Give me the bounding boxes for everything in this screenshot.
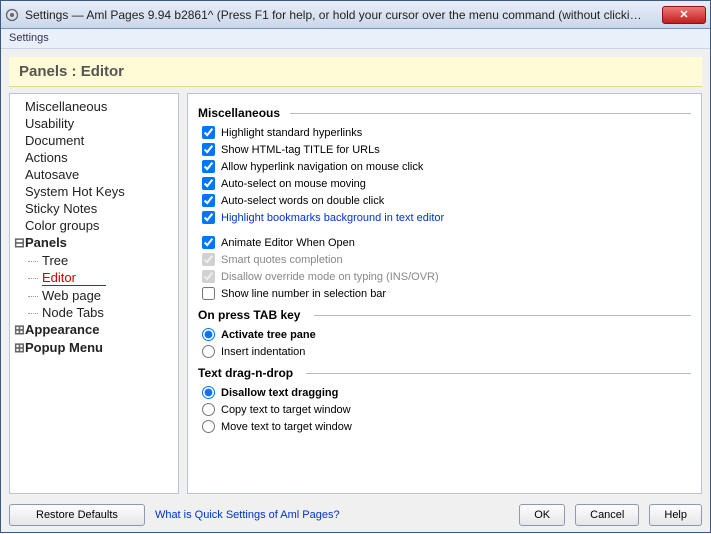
tree-item-label: Web page xyxy=(42,288,101,303)
checkbox-input[interactable] xyxy=(202,211,215,224)
tree-item-web-page[interactable]: Web page xyxy=(14,287,174,304)
radio-input[interactable] xyxy=(202,403,215,416)
tree-item-sticky-notes[interactable]: Sticky Notes xyxy=(14,200,174,217)
tree-item-panels[interactable]: ⊟Panels xyxy=(14,234,174,252)
tree-item-autosave[interactable]: Autosave xyxy=(14,166,174,183)
option-auto-select-on-mouse-moving[interactable]: Auto-select on mouse moving xyxy=(198,175,691,192)
checkbox-input xyxy=(202,253,215,266)
tree-item-actions[interactable]: Actions xyxy=(14,149,174,166)
tree-item-label: Tree xyxy=(42,253,68,268)
tree-item-usability[interactable]: Usability xyxy=(14,115,174,132)
titlebar: Settings — Aml Pages 9.94 b2861^ (Press … xyxy=(1,1,710,29)
close-button[interactable]: ✕ xyxy=(662,6,706,24)
option-highlight-bookmarks-background[interactable]: Highlight bookmarks background in text e… xyxy=(198,209,691,226)
option-label: Show HTML-tag TITLE for URLs xyxy=(221,144,380,156)
tree-item-editor[interactable]: Editor xyxy=(14,269,174,287)
tree-item-label: Appearance xyxy=(25,322,99,337)
radio-input[interactable] xyxy=(202,328,215,341)
option-label: Disallow text dragging xyxy=(221,387,338,399)
tree-item-label: Sticky Notes xyxy=(25,201,97,216)
tree-item-appearance[interactable]: ⊞Appearance xyxy=(14,321,174,339)
option-label: Auto-select words on double click xyxy=(221,195,384,207)
tree-item-color-groups[interactable]: Color groups xyxy=(14,217,174,234)
expand-icon: ⊞ xyxy=(14,340,25,356)
checkbox-input[interactable] xyxy=(202,194,215,207)
window-title: Settings — Aml Pages 9.94 b2861^ (Press … xyxy=(25,8,662,22)
option-copy-text-to-target-window[interactable]: Copy text to target window xyxy=(198,401,691,418)
settings-panel: Miscellaneous Highlight standard hyperlin… xyxy=(187,93,702,494)
checkbox-input[interactable] xyxy=(202,160,215,173)
option-label: Disallow override mode on typing (INS/OV… xyxy=(221,271,439,283)
tree-item-document[interactable]: Document xyxy=(14,132,174,149)
tree-item-label: Panels xyxy=(25,235,67,250)
checkbox-input[interactable] xyxy=(202,126,215,139)
option-activate-tree-pane[interactable]: Activate tree pane xyxy=(198,326,691,343)
option-label: Move text to target window xyxy=(221,421,352,433)
tree-item-tree[interactable]: Tree xyxy=(14,252,174,269)
group-title: Text drag-n-drop xyxy=(198,366,691,380)
radio-input[interactable] xyxy=(202,345,215,358)
checkbox-input[interactable] xyxy=(202,287,215,300)
tree-item-label: Miscellaneous xyxy=(25,99,107,114)
option-label: Smart quotes completion xyxy=(221,254,343,266)
tree-item-label: Actions xyxy=(25,150,68,165)
checkbox-input[interactable] xyxy=(202,236,215,249)
expand-icon: ⊟ xyxy=(14,235,25,251)
body: Miscellaneous Usability Document Actions Aut… xyxy=(9,93,702,494)
tree-item-label: System Hot Keys xyxy=(25,184,125,199)
checkbox-input[interactable] xyxy=(202,177,215,190)
option-animate-editor-when-open[interactable]: Animate Editor When Open xyxy=(198,234,691,251)
ok-button[interactable]: OK xyxy=(519,504,565,526)
option-label: Copy text to target window xyxy=(221,404,351,416)
restore-defaults-button[interactable]: Restore Defaults xyxy=(9,504,145,526)
option-label: Highlight bookmarks background in text e… xyxy=(221,212,444,224)
checkbox-input xyxy=(202,270,215,283)
option-label: Activate tree pane xyxy=(221,329,316,341)
option-label: Show line number in selection bar xyxy=(221,288,386,300)
option-label: Highlight standard hyperlinks xyxy=(221,127,362,139)
option-insert-indentation[interactable]: Insert indentation xyxy=(198,343,691,360)
radio-input[interactable] xyxy=(202,420,215,433)
content: Panels : Editor Miscellaneous Usability Do… xyxy=(1,49,710,534)
option-auto-select-words-on-double-cl[interactable]: Auto-select words on double click xyxy=(198,192,691,209)
tree-item-label: Editor xyxy=(42,270,106,286)
radio-input[interactable] xyxy=(202,386,215,399)
tree-item-label: Document xyxy=(25,133,84,148)
tree-item-miscellaneous[interactable]: Miscellaneous xyxy=(14,98,174,115)
expand-icon: ⊞ xyxy=(14,322,25,338)
option-smart-quotes-completion: Smart quotes completion xyxy=(198,251,691,268)
group-title: On press TAB key xyxy=(198,308,691,322)
tree-item-system-hot-keys[interactable]: System Hot Keys xyxy=(14,183,174,200)
help-button[interactable]: Help xyxy=(649,504,702,526)
menubar-label[interactable]: Settings xyxy=(1,29,710,49)
tree-item-label: Color groups xyxy=(25,218,99,233)
option-label: Auto-select on mouse moving xyxy=(221,178,366,190)
tree-item-label: Popup Menu xyxy=(25,340,103,355)
tree-item-popup-menu[interactable]: ⊞Popup Menu xyxy=(14,339,174,357)
checkbox-input[interactable] xyxy=(202,143,215,156)
quick-settings-link[interactable]: What is Quick Settings of Aml Pages? xyxy=(155,509,340,521)
tree-item-label: Autosave xyxy=(25,167,79,182)
settings-window: Settings — Aml Pages 9.94 b2861^ (Press … xyxy=(0,0,711,533)
option-disallow-text-dragging[interactable]: Disallow text dragging xyxy=(198,384,691,401)
cancel-button[interactable]: Cancel xyxy=(575,504,639,526)
option-highlight-standard-hyperlinks[interactable]: Highlight standard hyperlinks xyxy=(198,124,691,141)
tree-item-node-tabs[interactable]: Node Tabs xyxy=(14,304,174,321)
page-title: Panels : Editor xyxy=(9,57,702,87)
option-move-text-to-target-window[interactable]: Move text to target window xyxy=(198,418,691,435)
tree-item-label: Node Tabs xyxy=(42,305,104,320)
nav-tree[interactable]: Miscellaneous Usability Document Actions Aut… xyxy=(9,93,179,494)
group-title: Miscellaneous xyxy=(198,106,691,120)
tree-item-label: Usability xyxy=(25,116,74,131)
option-show-line-number-in-selection-[interactable]: Show line number in selection bar xyxy=(198,285,691,302)
option-disallow-override-mode-on-typi: Disallow override mode on typing (INS/OV… xyxy=(198,268,691,285)
option-label: Insert indentation xyxy=(221,346,305,358)
option-show-html-tag-title-for-urls[interactable]: Show HTML-tag TITLE for URLs xyxy=(198,141,691,158)
option-label: Animate Editor When Open xyxy=(221,237,355,249)
gear-icon xyxy=(5,8,19,22)
option-label: Allow hyperlink navigation on mouse clic… xyxy=(221,161,423,173)
footer: Restore Defaults What is Quick Settings … xyxy=(9,494,702,526)
option-allow-hyperlink-navigation-on-[interactable]: Allow hyperlink navigation on mouse clic… xyxy=(198,158,691,175)
